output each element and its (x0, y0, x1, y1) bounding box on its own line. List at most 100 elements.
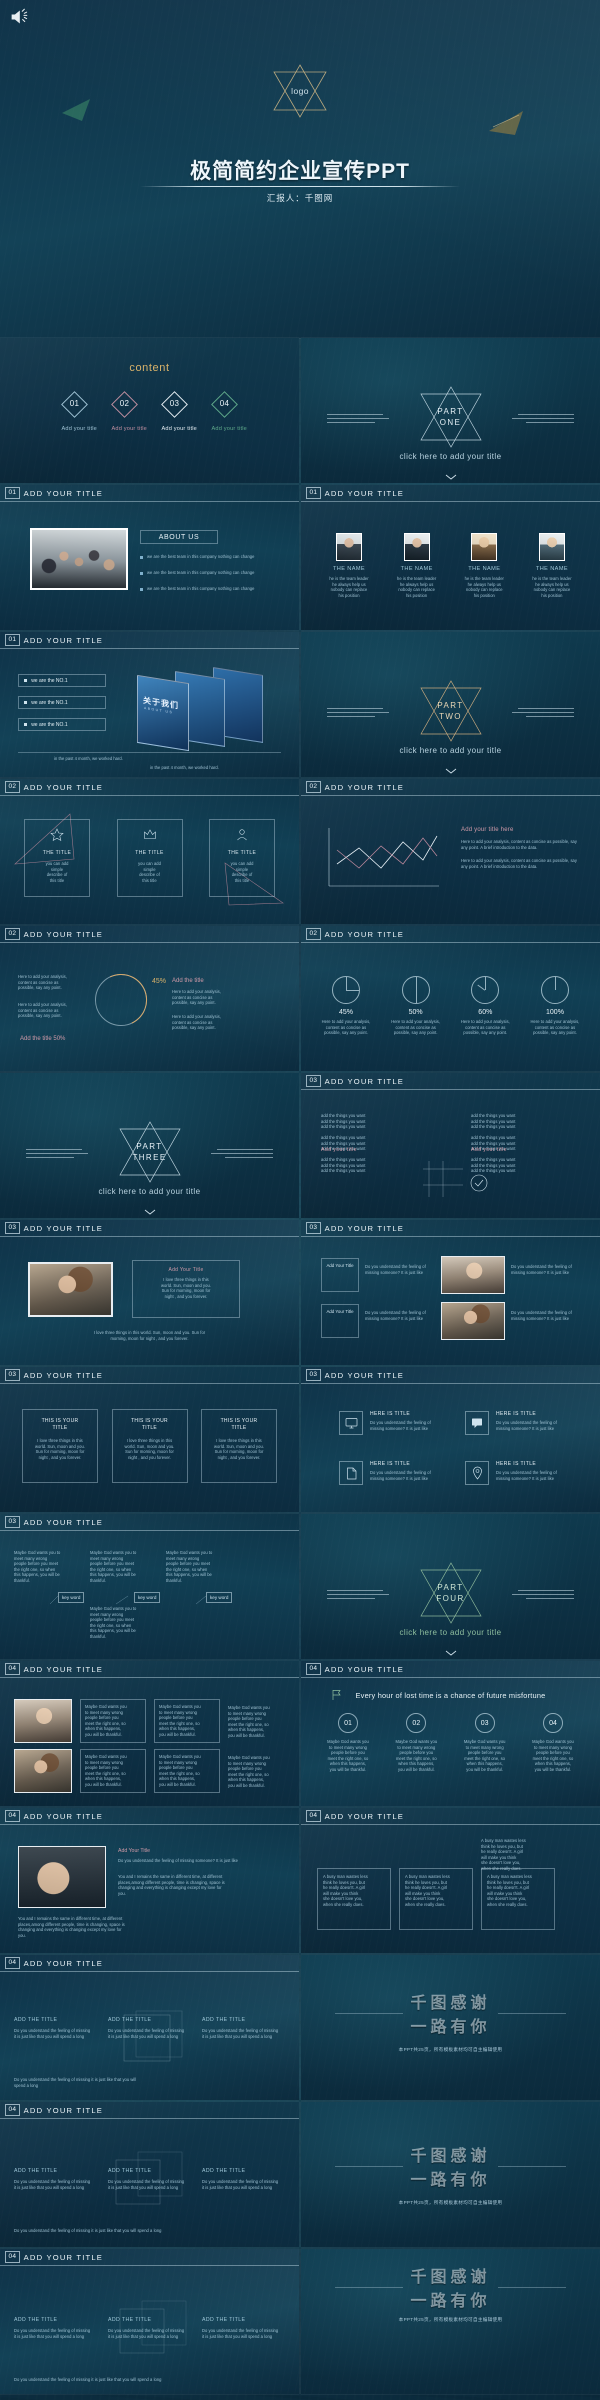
slide-photo-quote[interactable]: 03 ADD YOUR TITLE Add Your Title I love … (0, 1220, 299, 1365)
title-column[interactable]: THIS IS YOUR TITLE I love three things i… (22, 1409, 98, 1483)
column-heading: ADD THE TITLE (108, 2017, 152, 2023)
icon-feature[interactable]: HERE IS TITLE Do you understand the feel… (465, 1411, 574, 1435)
part-cta[interactable]: click here to add your title (301, 746, 600, 755)
icon-feature[interactable]: HERE IS TITLE Do you understand the feel… (339, 1411, 448, 1435)
slide-header-title: ADD YOUR TITLE (324, 1811, 405, 1821)
step-item[interactable]: 02 Maybe God wants you to meet many wron… (385, 1713, 447, 1773)
slide-image-cards[interactable]: 03 ADD YOUR TITLE Add Your Title Do you … (301, 1220, 600, 1365)
pie-item[interactable]: 45% Here to add your analysis, content a… (315, 976, 377, 1036)
content-photo (14, 1699, 72, 1743)
final-column[interactable]: ADD THE TITLE Do you understand the feel… (14, 2168, 96, 2190)
feature-card[interactable]: THE TITLE you can add simple describe of… (116, 819, 183, 897)
slide-thanks[interactable]: 千图感谢 一路有你 本PPT共25页，所有模板素材均可自主编辑使用 (301, 1955, 600, 2100)
pie-value: 45% (338, 1009, 353, 1016)
slide-keyword-map[interactable]: 03 ADD YOUR TITLE Maybe God wants you to… (0, 1514, 299, 1659)
slide-brochure[interactable]: 01 ADD YOUR TITLE we are the NO.1 we are… (0, 632, 299, 777)
icon-feature[interactable]: HERE IS TITLE Do you understand the feel… (465, 1461, 574, 1485)
final-column[interactable]: ADD THE TITLE Do you understand the feel… (108, 2168, 190, 2190)
slide-part-one[interactable]: PART ONE click here to add your title (301, 338, 600, 483)
slide-pie-charts[interactable]: 02 ADD YOUR TITLE 45% Here to add your a… (301, 926, 600, 1071)
bottom-column[interactable]: ADD THE TITLE Do you understand the feel… (202, 2317, 284, 2339)
slide-title[interactable]: logo 极简简约企业宣传PPT 汇报人：千图网 (0, 0, 600, 338)
part-cta[interactable]: click here to add your title (301, 1628, 600, 1637)
team-member[interactable]: THE NAME he is the team leader he always… (389, 533, 445, 598)
text-card[interactable]: A busy man wastes less think he loves yo… (399, 1868, 473, 1930)
chevron-down-icon[interactable] (445, 474, 457, 480)
slide-part-four[interactable]: PART FOUR click here to add your title (301, 1514, 600, 1659)
step-item[interactable]: 04 Maybe God wants you to meet many wron… (522, 1713, 584, 1773)
bottom-column[interactable]: ADD THE TITLE Do you understand the feel… (14, 2317, 96, 2339)
text-block: Maybe God wants you to meet many wrong p… (80, 1749, 146, 1793)
decor-line-3 (474, 35, 476, 36)
slide-numbered-steps[interactable]: 04 ADD YOUR TITLE Every hour of lost tim… (301, 1661, 600, 1806)
no1-box[interactable]: we are the NO.1 (18, 674, 106, 687)
decor-triangle-green (62, 99, 90, 121)
agenda-item[interactable]: 03 Add your title (161, 391, 197, 432)
slide-things-list[interactable]: 03 ADD YOUR TITLE add the things you wan… (301, 1073, 600, 1218)
agenda-item[interactable]: 04 Add your title (211, 391, 247, 432)
monitor-icon-box (339, 1411, 363, 1435)
slide-ring-chart[interactable]: 02 ADD YOUR TITLE Here to add your analy… (0, 926, 299, 1071)
card-title: THE TITLE (227, 850, 257, 856)
feature-card[interactable]: THE TITLE you can add simple describe of… (24, 819, 90, 897)
slide-team[interactable]: 01 ADD YOUR TITLE THE NAME he is the tea… (301, 485, 600, 630)
pie-item[interactable]: 50% Here to add your analysis, content a… (385, 976, 447, 1036)
pie-item[interactable]: 60% Here to add your analysis, content a… (454, 976, 516, 1036)
slide-bottom-left[interactable]: 04 ADD YOUR TITLE ADD THE TITLE Do you u… (0, 2249, 299, 2394)
slide-header-title: ADD YOUR TITLE (23, 1370, 104, 1380)
final-column[interactable]: ADD THE TITLE Do you understand the feel… (202, 2168, 284, 2190)
feature-card[interactable]: THE TITLE you can add simple describe of… (209, 819, 275, 897)
title-column-item[interactable]: ADD THE TITLE Do you understand the feel… (202, 2017, 284, 2039)
slide-about-us[interactable]: 01 ADD YOUR TITLE ABOUT US we are the be… (0, 485, 299, 630)
slide-header-title: ADD YOUR TITLE (23, 782, 104, 792)
caption-right: in the past 4 month, we worked hard. (150, 765, 219, 770)
slide-thanks-repeat[interactable]: 千图感谢 一路有你 本PPT共25页，所有模板素材均可自主编辑使用 (301, 2102, 600, 2247)
slide-agenda[interactable]: content 01 Add your title 02 Add your ti… (0, 338, 299, 483)
no1-box[interactable]: we are the NO.1 (18, 696, 106, 709)
icon-feature[interactable]: HERE IS TITLE Do you understand the feel… (339, 1461, 448, 1485)
agenda-item[interactable]: 02 Add your title (111, 391, 147, 432)
part-cta[interactable]: click here to add your title (301, 452, 600, 461)
chevron-down-icon[interactable] (445, 768, 457, 774)
slide-photo-text[interactable]: 04 ADD YOUR TITLE Maybe God wants you to… (0, 1661, 299, 1806)
column-body: Do you understand the feeling of missing… (14, 2028, 91, 2039)
slide-number: 03 (5, 1221, 20, 1235)
slide-icon-features[interactable]: 03 ADD YOUR TITLE HERE IS TITLE Do you u… (301, 1367, 600, 1512)
slide-header: 03 ADD YOUR TITLE (0, 1367, 299, 1384)
text-card[interactable]: A busy man wastes less think he loves yo… (317, 1868, 391, 1930)
quote-card-body: I love three things in this world. Sun, … (161, 1277, 211, 1299)
text-card[interactable]: A busy man wastes less think he loves yo… (481, 1868, 555, 1930)
agenda-item[interactable]: 01 Add your title (61, 391, 97, 432)
image-card[interactable]: Add Your Title (321, 1304, 359, 1338)
title-column-item[interactable]: ADD THE TITLE Do you understand the feel… (108, 2017, 190, 2039)
title-column[interactable]: THIS IS YOUR TITLE I love three things i… (111, 1409, 188, 1483)
slide-hand-photo[interactable]: 04 ADD YOUR TITLE Add Your Title Do you … (0, 1808, 299, 1953)
location-icon-box (465, 1461, 489, 1485)
step-item[interactable]: 03 Maybe God wants you to meet many wron… (454, 1713, 516, 1773)
slide-three-columns[interactable]: 03 ADD YOUR TITLE THIS IS YOUR TITLE I l… (0, 1367, 299, 1512)
slide-final-strip[interactable]: 04 ADD YOUR TITLE ADD THE TITLE Do you u… (0, 2102, 299, 2247)
image-card[interactable]: Add Your Title (321, 1258, 359, 1292)
bottom-column[interactable]: ADD THE TITLE Do you understand the feel… (108, 2317, 190, 2339)
feature-body: Do you understand the feeling of missing… (370, 1470, 431, 1481)
slide-line-chart[interactable]: 02 ADD YOUR TITLE Add your title here He… (301, 779, 600, 924)
slide-title-columns[interactable]: 04 ADD YOUR TITLE ADD THE TITLE Do you u… (0, 1955, 299, 2100)
title-column[interactable]: THIS IS YOUR TITLE I love three things i… (201, 1409, 277, 1483)
title-column-item[interactable]: ADD THE TITLE Do you understand the feel… (14, 2017, 96, 2039)
team-member[interactable]: THE NAME he is the team leader he always… (456, 533, 512, 598)
pie-caption: Here to add your analysis, content as co… (460, 1019, 510, 1036)
slide-part-two[interactable]: PART TWO click here to add your title (301, 632, 600, 777)
pie-item[interactable]: 100% Here to add your analysis, content … (524, 976, 586, 1036)
slide-text-cards[interactable]: 04 ADD YOUR TITLE A busy man wastes less… (301, 1808, 600, 1953)
chevron-down-icon[interactable] (445, 1650, 457, 1656)
part-wing-left (327, 1590, 389, 1601)
team-member[interactable]: THE NAME he is the team leader he always… (321, 533, 377, 598)
part-cta[interactable]: click here to add your title (0, 1187, 299, 1196)
team-member[interactable]: THE NAME he is the team leader he always… (524, 533, 580, 598)
slide-part-three[interactable]: PART THREE click here to add your title (0, 1073, 299, 1218)
slide-bottom-right[interactable]: 千图感谢 一路有你 本PPT共25页，所有模板素材均可自主编辑使用 (301, 2249, 600, 2394)
chevron-down-icon[interactable] (144, 1209, 156, 1215)
no1-box[interactable]: we are the NO.1 (18, 718, 106, 731)
slide-three-cards[interactable]: 02 ADD YOUR TITLE THE TITLE you can add … (0, 779, 299, 924)
step-item[interactable]: 01 Maybe God wants you to meet many wron… (317, 1713, 379, 1773)
